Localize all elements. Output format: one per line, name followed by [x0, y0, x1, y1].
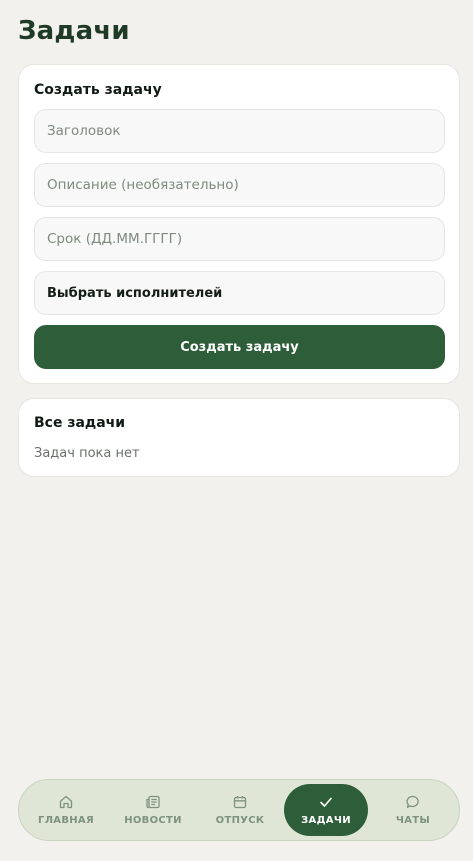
task-title-input[interactable]: Заголовок [34, 109, 445, 153]
task-deadline-placeholder: Срок (ДД.ММ.ГГГГ) [47, 231, 183, 247]
tab-vacation[interactable]: ОТПУСК [198, 784, 282, 836]
create-task-button-label: Создать задачу [180, 339, 299, 355]
tab-chats-label: ЧАТЫ [395, 815, 431, 826]
task-deadline-input[interactable]: Срок (ДД.ММ.ГГГГ) [34, 217, 445, 261]
bottom-tab-bar: ГЛАВНАЯ НОВОСТИ ОТПУСК ЗАДАЧИ ЧАТЫ [18, 779, 460, 841]
calendar-icon [233, 796, 247, 809]
tab-news-label: НОВОСТИ [124, 815, 182, 826]
create-task-card: Создать задачу Заголовок Описание (необя… [18, 64, 460, 384]
tab-news[interactable]: НОВОСТИ [111, 784, 195, 836]
all-tasks-card: Все задачи Задач пока нет [18, 398, 460, 477]
tab-vacation-label: ОТПУСК [215, 815, 265, 826]
empty-tasks-message: Задач пока нет [34, 446, 140, 461]
all-tasks-heading: Все задачи [34, 415, 126, 431]
task-description-input[interactable]: Описание (необязательно) [34, 163, 445, 207]
task-title-placeholder: Заголовок [47, 123, 121, 139]
home-icon [59, 795, 73, 809]
tab-home[interactable]: ГЛАВНАЯ [24, 784, 108, 836]
tab-chats[interactable]: ЧАТЫ [371, 784, 455, 836]
check-icon [320, 797, 332, 807]
tab-tasks[interactable]: ЗАДАЧИ [284, 784, 368, 836]
page-title: Задачи [18, 16, 130, 46]
task-description-placeholder: Описание (необязательно) [47, 177, 239, 193]
tab-tasks-label: ЗАДАЧИ [301, 815, 351, 826]
newspaper-icon [146, 795, 160, 809]
create-task-heading: Создать задачу [34, 82, 162, 98]
create-task-button[interactable]: Создать задачу [34, 325, 445, 369]
select-assignees-button[interactable]: Выбрать исполнителей [34, 271, 445, 315]
select-assignees-label: Выбрать исполнителей [47, 285, 223, 301]
chat-bubble-icon [406, 795, 419, 808]
tab-home-label: ГЛАВНАЯ [38, 815, 94, 826]
